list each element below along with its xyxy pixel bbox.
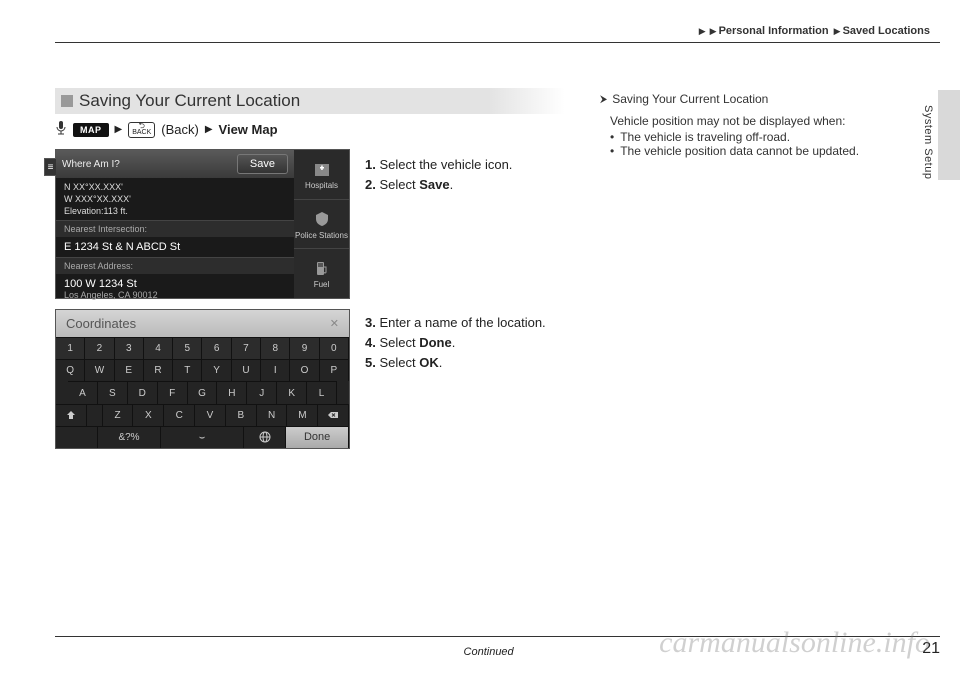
key-l[interactable]: L — [307, 381, 337, 403]
key-p[interactable]: P — [320, 359, 349, 381]
key-y[interactable]: Y — [202, 359, 231, 381]
fuel-icon — [312, 258, 332, 278]
key-m[interactable]: M — [287, 404, 318, 426]
key-i[interactable]: I — [261, 359, 290, 381]
nearest-address-value: 100 W 1234 St — [56, 274, 294, 290]
key-c[interactable]: C — [164, 404, 195, 426]
key-2[interactable]: 2 — [85, 337, 114, 359]
header-rule — [55, 42, 940, 43]
key-s[interactable]: S — [98, 381, 128, 403]
kb-row-nums: 1234567890 — [56, 337, 349, 359]
key-8[interactable]: 8 — [261, 337, 290, 359]
key-a[interactable]: A — [68, 381, 98, 403]
key-4[interactable]: 4 — [144, 337, 173, 359]
nearest-address-label: Nearest Address: — [56, 257, 294, 274]
close-icon[interactable]: ✕ — [330, 317, 339, 330]
continued-label: Continued — [464, 646, 514, 658]
section-heading-text: Saving Your Current Location — [79, 91, 300, 111]
nearest-address-city: Los Angeles, CA 90012 — [56, 290, 294, 304]
done-key[interactable]: Done — [286, 426, 349, 448]
key-z[interactable]: Z — [103, 404, 134, 426]
square-bullet-icon — [61, 95, 73, 107]
back-label: (Back) — [161, 122, 199, 137]
police-button[interactable]: Police Stations — [294, 200, 349, 250]
chevron-right-icon: ▶ — [115, 124, 123, 135]
backspace-key[interactable] — [318, 404, 349, 426]
side-tab — [938, 90, 960, 180]
key-d[interactable]: D — [128, 381, 158, 403]
kb-row-2: ASDFGHJKL — [56, 381, 349, 403]
key-b[interactable]: B — [226, 404, 257, 426]
tip-bullet: •The vehicle position data cannot be upd… — [600, 144, 900, 158]
fuel-button[interactable]: Fuel — [294, 249, 349, 298]
key-w[interactable]: W — [85, 359, 114, 381]
ss2-title: Coordinates — [66, 316, 136, 331]
key-g[interactable]: G — [188, 381, 218, 403]
map-button: MAP — [73, 123, 109, 137]
page-number: 21 — [922, 640, 940, 658]
tip-title: Saving Your Current Location — [612, 92, 768, 106]
key-0[interactable]: 0 — [320, 337, 349, 359]
symbols-key[interactable]: &?% — [98, 426, 161, 448]
key-9[interactable]: 9 — [290, 337, 319, 359]
kb-spacer — [87, 404, 103, 426]
key-5[interactable]: 5 — [173, 337, 202, 359]
tip-bullet: •The vehicle is traveling off-road. — [600, 130, 900, 144]
hospital-icon — [312, 159, 332, 179]
tip-line: Vehicle position may not be displayed wh… — [600, 112, 900, 130]
key-v[interactable]: V — [195, 404, 226, 426]
key-x[interactable]: X — [133, 404, 164, 426]
key-t[interactable]: T — [173, 359, 202, 381]
hospitals-button[interactable]: Hospitals — [294, 150, 349, 200]
key-7[interactable]: 7 — [232, 337, 261, 359]
key-e[interactable]: E — [115, 359, 144, 381]
screenshot-keyboard: Coordinates ✕ 1234567890 QWERTYUIOP ASDF… — [55, 309, 350, 449]
nearest-intersection-label: Nearest Intersection: — [56, 220, 294, 237]
screenshot-where-am-i: ≡ Where Am I? Save N XX°XX.XXX' W XXX°XX… — [55, 149, 350, 299]
tip-column: ⮞ Saving Your Current Location Vehicle p… — [600, 92, 900, 158]
key-k[interactable]: K — [277, 381, 307, 403]
space-key[interactable]: ⌣ — [161, 426, 244, 448]
save-button[interactable]: Save — [237, 154, 288, 174]
globe-key[interactable] — [244, 426, 286, 448]
nav-path: MAP ▶ ⮌BACK (Back) ▶ View Map — [55, 120, 565, 139]
police-icon — [312, 209, 332, 229]
nearest-intersection-value: E 1234 St & N ABCD St — [56, 237, 294, 257]
view-map-label: View Map — [219, 122, 278, 137]
chevron-right-icon: ▶ — [205, 124, 213, 135]
section-heading: Saving Your Current Location — [55, 88, 565, 114]
key-n[interactable]: N — [257, 404, 288, 426]
ss1-title: Where Am I? — [62, 159, 120, 170]
shift-key[interactable] — [56, 404, 87, 426]
key-o[interactable]: O — [290, 359, 319, 381]
back-icon: ⮌BACK — [128, 122, 155, 138]
key-h[interactable]: H — [217, 381, 247, 403]
kb-row-3: ZXCVBNM — [56, 404, 349, 426]
key-3[interactable]: 3 — [115, 337, 144, 359]
breadcrumb: ▶▶Personal Information ▶Saved Locations — [697, 25, 930, 37]
voice-icon — [55, 120, 67, 139]
kb-blank — [56, 426, 98, 448]
menu-icon: ≡ — [44, 158, 56, 176]
key-6[interactable]: 6 — [202, 337, 231, 359]
key-q[interactable]: Q — [56, 359, 85, 381]
key-1[interactable]: 1 — [56, 337, 85, 359]
tip-icon: ⮞ — [600, 94, 607, 105]
key-f[interactable]: F — [158, 381, 188, 403]
kb-row-1: QWERTYUIOP — [56, 359, 349, 381]
kb-row-bottom: &?% ⌣ Done — [56, 426, 349, 448]
keyboard[interactable]: 1234567890 QWERTYUIOP ASDFGHJKL ZXCVBNM … — [56, 337, 349, 448]
footer: Continued 21 — [55, 636, 940, 658]
ss1-coords: N XX°XX.XXX' W XXX°XX.XXX' Elevation:113… — [56, 178, 294, 220]
key-j[interactable]: J — [247, 381, 277, 403]
side-tab-label: System Setup — [922, 105, 934, 179]
key-u[interactable]: U — [232, 359, 261, 381]
instructions: 1. Select the vehicle icon. 2. Select Sa… — [365, 149, 546, 449]
key-r[interactable]: R — [144, 359, 173, 381]
